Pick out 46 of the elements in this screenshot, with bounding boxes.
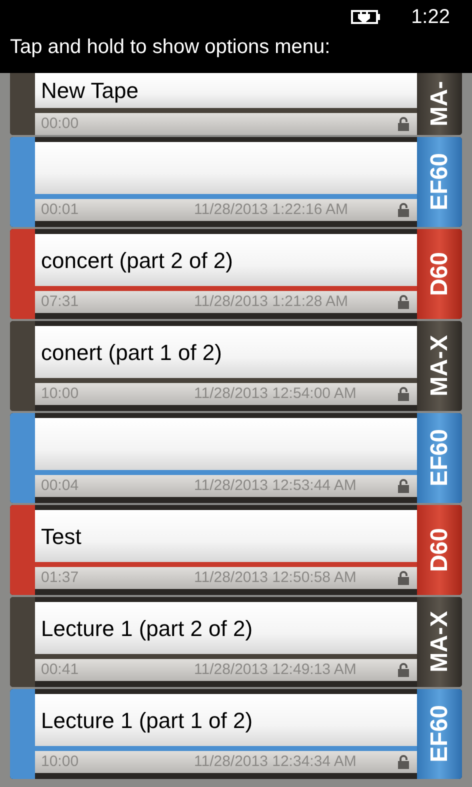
duration-text: 00:04 xyxy=(41,476,80,496)
instruction-text: Tap and hold to show options menu: xyxy=(9,35,332,60)
date-text: 11/28/2013 12:50:58 AM xyxy=(194,568,356,588)
tape-type-band: D60 xyxy=(417,505,462,595)
duration-text: 00:41 xyxy=(41,660,80,680)
charging-battery-icon xyxy=(351,9,382,25)
tape-title: Test xyxy=(41,522,82,550)
padlock-icon xyxy=(398,387,409,401)
duration-text: 07:31 xyxy=(41,292,80,312)
tape-type-band: EF60 xyxy=(417,137,462,227)
tape-title: Lecture 1 (part 2 of 2) xyxy=(41,614,253,643)
duration-text: 01:37 xyxy=(41,568,80,588)
padlock-icon xyxy=(398,571,409,585)
tape-item[interactable]: concert (part 2 of 2) 07:31 11/28/2013 1:21:28 AM D60 xyxy=(10,229,462,319)
tape-title: Lecture 1 (part 1 of 2) xyxy=(41,706,253,735)
duration-text: 10:00 xyxy=(41,384,80,404)
duration-text: 10:00 xyxy=(41,752,80,772)
padlock-icon xyxy=(398,663,409,677)
date-text: 11/28/2013 12:53:44 AM xyxy=(194,476,356,496)
tape-type-band: MA-X xyxy=(417,597,462,687)
tape-type-band: MA- xyxy=(417,73,462,135)
tape-item[interactable]: New Tape 00:00 MA- xyxy=(10,73,462,135)
padlock-icon xyxy=(398,755,409,769)
tape-item[interactable]: conert (part 1 of 2) 10:00 11/28/2013 12:54:00 AM MA-X xyxy=(10,321,462,411)
tape-item[interactable]: Lecture 1 (part 1 of 2) 10:00 11/28/2013 12:34:34 AM EF60 xyxy=(10,689,462,779)
date-text: 11/28/2013 12:54:00 AM xyxy=(194,384,356,404)
duration-text: 00:01 xyxy=(41,200,80,220)
tape-item[interactable]: Test 01:37 11/28/2013 12:50:58 AM D60 xyxy=(10,505,462,595)
date-text: 11/28/2013 1:21:28 AM xyxy=(194,292,348,312)
tape-type-band: EF60 xyxy=(417,689,462,779)
duration-text: 00:00 xyxy=(41,114,80,134)
date-text: 11/28/2013 12:49:13 AM xyxy=(194,660,356,680)
date-text: 11/28/2013 1:22:16 AM xyxy=(194,200,348,220)
tape-item[interactable]: Lecture 1 (part 2 of 2) 00:41 11/28/2013 12:49:13 AM MA-X xyxy=(10,597,462,687)
tape-type-band: MA-X xyxy=(417,321,462,411)
clock-time: 1:22 xyxy=(411,5,450,30)
tape-title: New Tape xyxy=(41,77,138,105)
padlock-icon xyxy=(398,203,409,217)
padlock-icon xyxy=(398,117,409,131)
tape-type-band: EF60 xyxy=(417,413,462,503)
tape-title: concert (part 2 of 2) xyxy=(41,246,233,275)
tape-type-band: D60 xyxy=(417,229,462,319)
padlock-icon xyxy=(398,479,409,493)
tape-title: conert (part 1 of 2) xyxy=(41,338,222,367)
date-text: 11/28/2013 12:34:34 AM xyxy=(194,752,356,772)
padlock-icon xyxy=(398,295,409,309)
